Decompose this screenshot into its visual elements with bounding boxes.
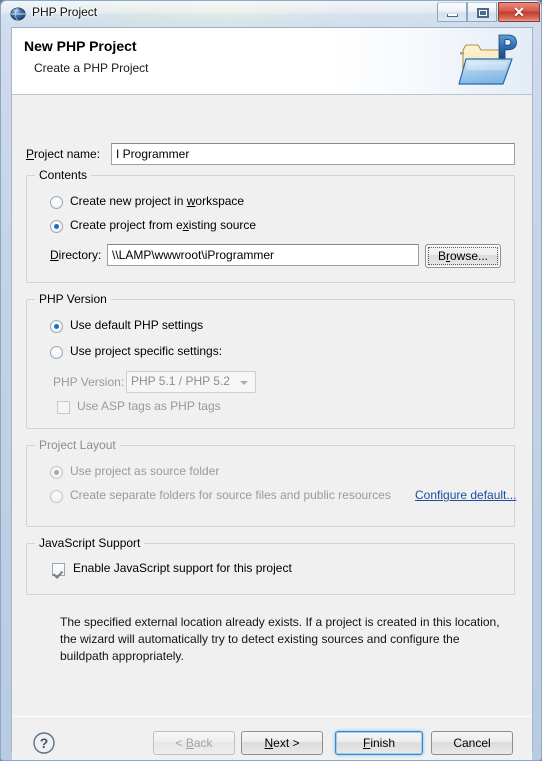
wizard-banner: New PHP Project Create a PHP Project: [12, 28, 532, 95]
contents-group-title: Contents: [35, 168, 92, 182]
radio-use-project-as-source-folder-label: Use project as source folder: [70, 464, 220, 478]
directory-label: Directory:: [50, 248, 102, 262]
restore-icon-inner: [480, 11, 486, 15]
project-name-input[interactable]: I Programmer: [111, 143, 515, 165]
contents-group: Contents Create new project in workspace…: [26, 168, 515, 283]
php-globe-icon: [10, 6, 26, 22]
php-project-dialog-window: PHP Project ✕ New PHP Project Create a P…: [0, 0, 542, 761]
footer-button-bar: ? < Back Next > Finish Cancel: [12, 718, 532, 760]
dialog-client-area: New PHP Project Create a PHP Project Pro…: [11, 27, 533, 760]
project-name-mnemonic: P: [26, 147, 35, 161]
configure-default-link[interactable]: Configure default...: [415, 488, 516, 502]
svg-text:?: ?: [40, 735, 49, 751]
directory-input[interactable]: \\LAMP\wwwroot\iProgrammer: [107, 244, 419, 266]
status-message: The specified external location already …: [60, 615, 500, 663]
footer-separator: [12, 716, 532, 717]
project-name-label: Project name:: [26, 147, 100, 161]
project-layout-group-title: Project Layout: [35, 438, 120, 452]
checkbox-enable-javascript-support[interactable]: [52, 563, 65, 576]
radio-create-from-existing-source[interactable]: [50, 220, 63, 233]
page-subtitle: Create a PHP Project: [34, 61, 149, 75]
minimize-button[interactable]: [437, 2, 467, 22]
back-button[interactable]: < Back: [153, 731, 235, 755]
close-button[interactable]: ✕: [498, 2, 540, 22]
radio-create-separate-folders-label: Create separate folders for source files…: [70, 488, 391, 502]
next-button[interactable]: Next >: [241, 731, 323, 755]
radio-use-project-specific-settings[interactable]: [50, 346, 63, 359]
php-version-combo-value: PHP 5.1 / PHP 5.2: [131, 374, 230, 388]
project-layout-group: Project Layout Use project as source fol…: [26, 438, 516, 527]
php-folder-icon: [457, 34, 519, 90]
php-version-group-title: PHP Version: [35, 292, 111, 306]
php-version-combo[interactable]: PHP 5.1 / PHP 5.2: [126, 371, 256, 393]
cancel-button[interactable]: Cancel: [431, 731, 513, 755]
window-title: PHP Project: [32, 5, 98, 19]
radio-use-project-specific-settings-label: Use project specific settings:: [70, 344, 223, 358]
maximize-button[interactable]: [467, 2, 497, 22]
close-icon: ✕: [513, 4, 525, 20]
minimize-icon: [447, 14, 458, 17]
project-name-label-text: roject name:: [34, 147, 101, 161]
radio-use-default-php-settings-label: Use default PHP settings: [70, 318, 204, 332]
radio-create-from-existing-source-label: Create project from existing source: [70, 218, 257, 232]
title-bar[interactable]: PHP Project ✕: [1, 1, 541, 27]
page-title: New PHP Project: [24, 38, 137, 54]
php-version-combo-label: PHP Version:: [53, 375, 125, 389]
chevron-down-icon: [240, 381, 248, 385]
browse-button[interactable]: Browse...: [425, 244, 501, 268]
radio-create-separate-folders[interactable]: [50, 490, 63, 503]
radio-use-project-as-source-folder[interactable]: [50, 466, 63, 479]
help-button[interactable]: ?: [32, 731, 56, 755]
checkbox-use-asp-tags-label: Use ASP tags as PHP tags: [77, 399, 221, 413]
checkbox-enable-javascript-support-label: Enable JavaScript support for this proje…: [73, 561, 292, 575]
radio-create-in-workspace[interactable]: [50, 196, 63, 209]
finish-button[interactable]: Finish: [335, 731, 423, 755]
checkbox-use-asp-tags[interactable]: [57, 401, 70, 414]
php-version-group: PHP Version Use default PHP settings Use…: [26, 292, 515, 429]
radio-create-in-workspace-label: Create new project in workspace: [70, 194, 245, 208]
wizard-body: Project name: I Programmer Contents Crea…: [12, 96, 532, 716]
javascript-support-group: JavaScript Support Enable JavaScript sup…: [26, 536, 515, 595]
radio-use-default-php-settings[interactable]: [50, 320, 63, 333]
javascript-support-group-title: JavaScript Support: [35, 536, 145, 550]
